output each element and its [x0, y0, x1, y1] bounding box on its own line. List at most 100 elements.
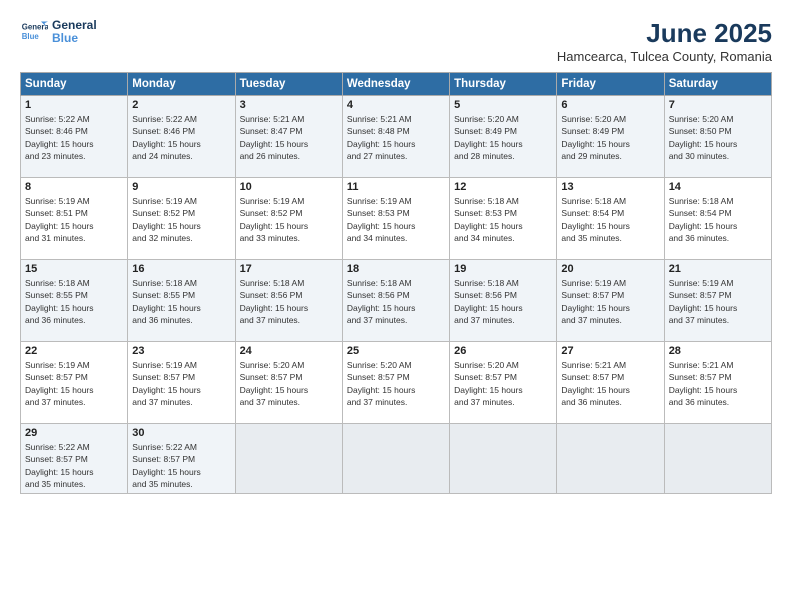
- calendar-cell: 1 Sunrise: 5:22 AM Sunset: 8:46 PM Daylig…: [21, 96, 128, 178]
- col-saturday: Saturday: [664, 73, 771, 96]
- day-number: 21: [669, 263, 767, 275]
- day-info: Sunrise: 5:20 AM Sunset: 8:50 PM Dayligh…: [669, 113, 767, 162]
- calendar-table: Sunday Monday Tuesday Wednesday Thursday…: [20, 72, 772, 494]
- calendar-cell: 27 Sunrise: 5:21 AM Sunset: 8:57 PM Dayli…: [557, 342, 664, 424]
- calendar-cell: 29 Sunrise: 5:22 AM Sunset: 8:57 PM Dayli…: [21, 424, 128, 494]
- day-info: Sunrise: 5:19 AM Sunset: 8:57 PM Dayligh…: [561, 277, 659, 326]
- col-thursday: Thursday: [450, 73, 557, 96]
- day-number: 29: [25, 427, 123, 439]
- logo-icon: General Blue: [20, 18, 48, 46]
- calendar-cell: 28 Sunrise: 5:21 AM Sunset: 8:57 PM Dayli…: [664, 342, 771, 424]
- day-info: Sunrise: 5:19 AM Sunset: 8:53 PM Dayligh…: [347, 195, 445, 244]
- calendar-cell: 10 Sunrise: 5:19 AM Sunset: 8:52 PM Dayli…: [235, 178, 342, 260]
- subtitle: Hamcearca, Tulcea County, Romania: [557, 49, 772, 64]
- day-number: 23: [132, 345, 230, 357]
- calendar-cell: 17 Sunrise: 5:18 AM Sunset: 8:56 PM Dayli…: [235, 260, 342, 342]
- title-block: June 2025 Hamcearca, Tulcea County, Roma…: [557, 18, 772, 64]
- day-number: 27: [561, 345, 659, 357]
- logo: General Blue General Blue: [20, 18, 97, 46]
- day-info: Sunrise: 5:18 AM Sunset: 8:56 PM Dayligh…: [347, 277, 445, 326]
- calendar-cell: 23 Sunrise: 5:19 AM Sunset: 8:57 PM Dayli…: [128, 342, 235, 424]
- day-info: Sunrise: 5:19 AM Sunset: 8:57 PM Dayligh…: [25, 359, 123, 408]
- calendar-cell: 24Sunrise: 5:20 AM Sunset: 8:57 PM Dayli…: [235, 342, 342, 424]
- day-info: Sunrise: 5:21 AM Sunset: 8:48 PM Dayligh…: [347, 113, 445, 162]
- day-info: Sunrise: 5:21 AM Sunset: 8:57 PM Dayligh…: [669, 359, 767, 408]
- calendar-cell: 2Sunrise: 5:22 AM Sunset: 8:46 PM Daylig…: [128, 96, 235, 178]
- calendar-cell: [450, 424, 557, 494]
- calendar-cell: [235, 424, 342, 494]
- calendar-cell: 18 Sunrise: 5:18 AM Sunset: 8:56 PM Dayli…: [342, 260, 449, 342]
- calendar-cell: [664, 424, 771, 494]
- logo-text-blue: Blue: [52, 32, 97, 45]
- calendar-cell: 19Sunrise: 5:18 AM Sunset: 8:56 PM Dayli…: [450, 260, 557, 342]
- day-info: Sunrise: 5:18 AM Sunset: 8:54 PM Dayligh…: [669, 195, 767, 244]
- svg-text:Blue: Blue: [22, 32, 40, 41]
- col-sunday: Sunday: [21, 73, 128, 96]
- day-number: 9: [132, 181, 230, 193]
- calendar-cell: 11 Sunrise: 5:19 AM Sunset: 8:53 PM Dayli…: [342, 178, 449, 260]
- day-number: 25: [347, 345, 445, 357]
- day-info: Sunrise: 5:21 AM Sunset: 8:57 PM Dayligh…: [561, 359, 659, 408]
- day-number: 5: [454, 99, 552, 111]
- day-info: Sunrise: 5:19 AM Sunset: 8:52 PM Dayligh…: [132, 195, 230, 244]
- calendar-cell: 20 Sunrise: 5:19 AM Sunset: 8:57 PM Dayli…: [557, 260, 664, 342]
- day-number: 10: [240, 181, 338, 193]
- calendar-cell: 12 Sunrise: 5:18 AM Sunset: 8:53 PM Dayli…: [450, 178, 557, 260]
- page-header: General Blue General Blue June 2025 Hamc…: [20, 18, 772, 64]
- day-number: 22: [25, 345, 123, 357]
- day-number: 20: [561, 263, 659, 275]
- day-number: 7: [669, 99, 767, 111]
- day-info: Sunrise: 5:19 AM Sunset: 8:57 PM Dayligh…: [669, 277, 767, 326]
- calendar-cell: 9 Sunrise: 5:19 AM Sunset: 8:52 PM Daylig…: [128, 178, 235, 260]
- day-info: Sunrise: 5:20 AM Sunset: 8:57 PM Dayligh…: [347, 359, 445, 408]
- day-info: Sunrise: 5:19 AM Sunset: 8:57 PM Dayligh…: [132, 359, 230, 408]
- calendar-cell: 30Sunrise: 5:22 AM Sunset: 8:57 PM Dayli…: [128, 424, 235, 494]
- col-monday: Monday: [128, 73, 235, 96]
- calendar-cell: 14 Sunrise: 5:18 AM Sunset: 8:54 PM Dayli…: [664, 178, 771, 260]
- day-info: Sunrise: 5:18 AM Sunset: 8:55 PM Dayligh…: [25, 277, 123, 326]
- day-number: 28: [669, 345, 767, 357]
- day-number: 8: [25, 181, 123, 193]
- day-info: Sunrise: 5:18 AM Sunset: 8:54 PM Dayligh…: [561, 195, 659, 244]
- day-number: 15: [25, 263, 123, 275]
- day-number: 13: [561, 181, 659, 193]
- day-number: 17: [240, 263, 338, 275]
- calendar-cell: 5 Sunrise: 5:20 AM Sunset: 8:49 PM Daylig…: [450, 96, 557, 178]
- calendar-cell: 6 Sunrise: 5:20 AM Sunset: 8:49 PM Daylig…: [557, 96, 664, 178]
- day-info: Sunrise: 5:20 AM Sunset: 8:57 PM Dayligh…: [240, 359, 338, 408]
- day-info: Sunrise: 5:18 AM Sunset: 8:53 PM Dayligh…: [454, 195, 552, 244]
- day-info: Sunrise: 5:19 AM Sunset: 8:52 PM Dayligh…: [240, 195, 338, 244]
- day-number: 18: [347, 263, 445, 275]
- day-info: Sunrise: 5:21 AM Sunset: 8:47 PM Dayligh…: [240, 113, 338, 162]
- calendar-cell: 4Sunrise: 5:21 AM Sunset: 8:48 PM Daylig…: [342, 96, 449, 178]
- calendar-cell: 7 Sunrise: 5:20 AM Sunset: 8:50 PM Daylig…: [664, 96, 771, 178]
- day-info: Sunrise: 5:22 AM Sunset: 8:57 PM Dayligh…: [132, 441, 230, 490]
- day-info: Sunrise: 5:19 AM Sunset: 8:51 PM Dayligh…: [25, 195, 123, 244]
- day-number: 2: [132, 99, 230, 111]
- day-info: Sunrise: 5:20 AM Sunset: 8:57 PM Dayligh…: [454, 359, 552, 408]
- day-info: Sunrise: 5:22 AM Sunset: 8:57 PM Dayligh…: [25, 441, 123, 490]
- col-friday: Friday: [557, 73, 664, 96]
- day-number: 11: [347, 181, 445, 193]
- calendar-cell: 8 Sunrise: 5:19 AM Sunset: 8:51 PM Daylig…: [21, 178, 128, 260]
- day-number: 16: [132, 263, 230, 275]
- day-info: Sunrise: 5:18 AM Sunset: 8:56 PM Dayligh…: [454, 277, 552, 326]
- day-info: Sunrise: 5:20 AM Sunset: 8:49 PM Dayligh…: [454, 113, 552, 162]
- day-info: Sunrise: 5:22 AM Sunset: 8:46 PM Dayligh…: [25, 113, 123, 162]
- calendar-cell: [342, 424, 449, 494]
- calendar-cell: 16Sunrise: 5:18 AM Sunset: 8:55 PM Dayli…: [128, 260, 235, 342]
- day-number: 14: [669, 181, 767, 193]
- calendar-cell: 25 Sunrise: 5:20 AM Sunset: 8:57 PM Dayli…: [342, 342, 449, 424]
- day-number: 1: [25, 99, 123, 111]
- calendar-cell: 13 Sunrise: 5:18 AM Sunset: 8:54 PM Dayli…: [557, 178, 664, 260]
- day-info: Sunrise: 5:18 AM Sunset: 8:56 PM Dayligh…: [240, 277, 338, 326]
- calendar-cell: 21 Sunrise: 5:19 AM Sunset: 8:57 PM Dayli…: [664, 260, 771, 342]
- day-number: 6: [561, 99, 659, 111]
- calendar-header-row: Sunday Monday Tuesday Wednesday Thursday…: [21, 73, 772, 96]
- calendar-cell: [557, 424, 664, 494]
- main-title: June 2025: [557, 18, 772, 49]
- day-number: 12: [454, 181, 552, 193]
- day-number: 26: [454, 345, 552, 357]
- calendar-cell: 3Sunrise: 5:21 AM Sunset: 8:47 PM Daylig…: [235, 96, 342, 178]
- day-info: Sunrise: 5:20 AM Sunset: 8:49 PM Dayligh…: [561, 113, 659, 162]
